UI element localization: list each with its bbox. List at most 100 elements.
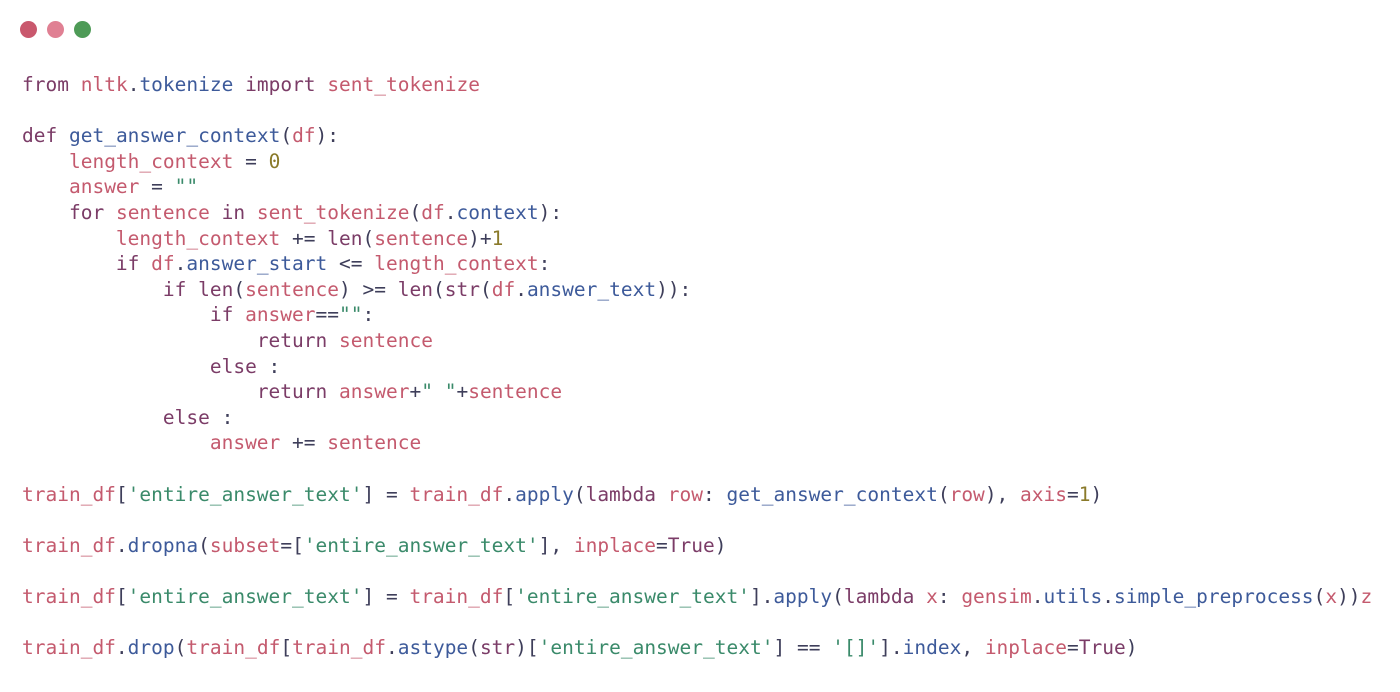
code-token: ), xyxy=(984,482,1021,506)
code-token: train_df xyxy=(22,482,116,506)
code-token: : xyxy=(362,303,375,327)
code-token: import xyxy=(245,73,316,96)
code-token: sentence xyxy=(327,431,422,455)
code-token: ( xyxy=(198,533,210,557)
window-controls xyxy=(20,21,91,39)
code-token: gensim xyxy=(961,584,1032,608)
code-token: df xyxy=(292,124,316,148)
code-token: train_df xyxy=(186,636,281,660)
code-line: ​ xyxy=(22,609,1372,635)
code-token: context xyxy=(456,200,539,224)
code-token: ( xyxy=(479,277,492,301)
code-token: : xyxy=(937,584,962,608)
code-line: ​ xyxy=(22,558,1372,584)
code-token: += xyxy=(280,226,328,250)
code-token: sent_tokenize xyxy=(327,73,480,96)
code-token: subset xyxy=(209,533,281,557)
code-token: <= xyxy=(327,252,375,276)
code-token: "" xyxy=(339,303,363,327)
code-token: train_df xyxy=(409,584,504,608)
code-token: : xyxy=(209,405,234,429)
code-token: = xyxy=(233,149,269,173)
code-token: [ xyxy=(115,482,128,506)
code-token: ( xyxy=(573,482,586,506)
code-token: . xyxy=(385,636,398,660)
code-token: . xyxy=(444,200,457,224)
code-token: apply xyxy=(773,584,833,608)
code-token: ( xyxy=(468,636,480,660)
code-token: . xyxy=(115,636,128,660)
code-token: ( xyxy=(174,636,187,660)
code-token: if xyxy=(209,303,234,327)
code-token: get_answer_context xyxy=(68,124,281,148)
code-token: str xyxy=(444,277,480,301)
code-token: else xyxy=(209,354,257,378)
code-token: [ xyxy=(280,636,293,660)
code-line: answer = "" xyxy=(22,174,1372,200)
code-token: answer xyxy=(68,175,140,199)
maximize-dot-icon[interactable] xyxy=(74,21,91,38)
code-token: ) >= xyxy=(339,277,398,301)
code-token: sentence xyxy=(339,328,433,352)
code-token: for xyxy=(68,200,105,224)
code-token: else xyxy=(162,405,210,429)
code-token: length_context xyxy=(374,252,539,276)
code-token: True xyxy=(667,533,715,557)
code-token: lambda xyxy=(585,482,657,506)
code-token: += xyxy=(280,431,328,455)
code-token: )) xyxy=(1337,584,1361,608)
code-token: == xyxy=(315,303,340,327)
code-token: = xyxy=(1067,636,1079,660)
code-token: utils xyxy=(1043,584,1103,608)
code-token: . xyxy=(174,252,187,276)
code-token: "" xyxy=(174,175,199,199)
code-token: 'entire_answer_text' xyxy=(303,533,539,557)
code-line: for sentence in sent_tokenize(df.context… xyxy=(22,200,1372,226)
code-token: sentence xyxy=(374,226,469,250)
code-token: ] = xyxy=(362,482,410,506)
code-token: + xyxy=(456,380,469,404)
code-window: from nltk.tokenize import sent_tokenize ​… xyxy=(0,0,1400,692)
close-dot-icon[interactable] xyxy=(20,21,37,38)
code-line: ​ xyxy=(22,456,1372,482)
code-token: simple_preprocess xyxy=(1113,584,1314,608)
code-token: ( xyxy=(233,277,246,301)
code-token: train_df xyxy=(409,482,504,506)
code-token: + xyxy=(409,380,422,404)
code-line: train_df.dropna(subset=['entire_answer_t… xyxy=(22,533,1372,559)
code-token: answer xyxy=(209,431,281,455)
code-token: 'entire_answer_text' xyxy=(515,584,750,608)
code-line: train_df['entire_answer_text'] = train_d… xyxy=(22,584,1372,610)
code-line: def get_answer_context(df): xyxy=(22,123,1372,149)
code-token: 'entire_answer_text' xyxy=(127,584,363,608)
code-token: [ xyxy=(503,584,516,608)
code-token: 0 xyxy=(268,149,281,173)
code-token: ): xyxy=(315,124,340,148)
code-line: else : xyxy=(22,405,1372,431)
code-token: ( xyxy=(832,584,844,608)
code-token: index xyxy=(902,636,962,660)
code-line: from nltk.tokenize import sent_tokenize xyxy=(22,72,1372,98)
code-token: . xyxy=(503,482,516,506)
code-token: sent_tokenize xyxy=(256,200,410,224)
code-token: len xyxy=(198,277,234,301)
code-token: : xyxy=(703,482,727,506)
code-token: . xyxy=(1031,584,1044,608)
code-token: len xyxy=(327,226,363,250)
code-token: row xyxy=(949,482,985,506)
code-token: ): xyxy=(538,200,563,224)
minimize-dot-icon[interactable] xyxy=(47,21,64,38)
code-token: , xyxy=(961,636,985,660)
code-token: ( xyxy=(362,226,375,250)
code-line: answer += sentence xyxy=(22,430,1372,456)
